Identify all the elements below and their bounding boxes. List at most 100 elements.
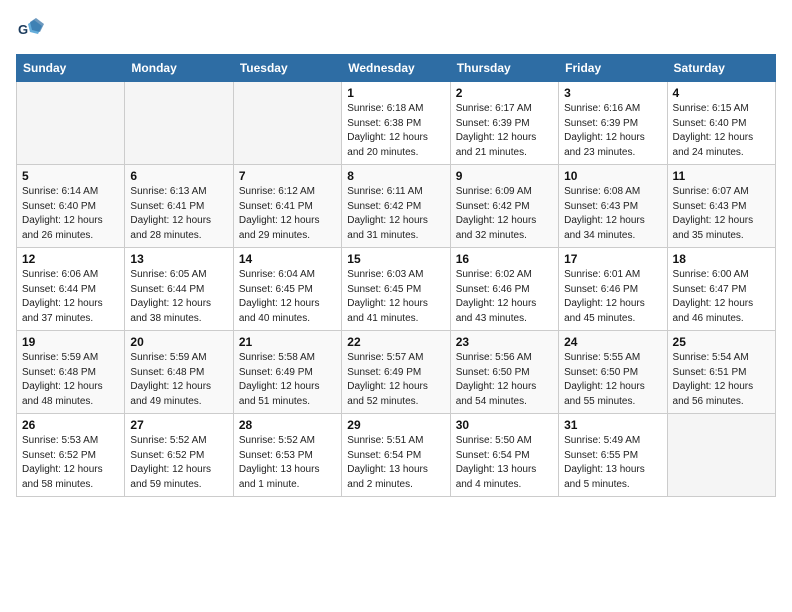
day-info: Sunrise: 5:52 AMSunset: 6:53 PMDaylight:… [239,434,336,492]
calendar-day-cell: 23 Sunrise: 5:56 AMSunset: 6:50 PMDayligh… [450,331,558,414]
day-number: 22 [347,335,444,349]
day-number: 25 [673,335,770,349]
day-number: 21 [239,335,336,349]
calendar-week-row: 5 Sunrise: 6:14 AMSunset: 6:40 PMDaylight… [17,165,776,248]
calendar-day-cell: 4 Sunrise: 6:15 AMSunset: 6:40 PMDaylight… [667,82,775,165]
calendar-day-cell: 7 Sunrise: 6:12 AMSunset: 6:41 PMDaylight… [233,165,341,248]
day-info: Sunrise: 6:02 AMSunset: 6:46 PMDaylight:… [456,268,553,326]
logo-icon: G [16,16,44,44]
day-info: Sunrise: 5:59 AMSunset: 6:48 PMDaylight:… [130,351,227,409]
calendar-day-cell: 22 Sunrise: 5:57 AMSunset: 6:49 PMDayligh… [342,331,450,414]
calendar-day-cell: 5 Sunrise: 6:14 AMSunset: 6:40 PMDaylight… [17,165,125,248]
calendar-day-cell: 19 Sunrise: 5:59 AMSunset: 6:48 PMDayligh… [17,331,125,414]
calendar-day-cell: 9 Sunrise: 6:09 AMSunset: 6:42 PMDaylight… [450,165,558,248]
day-number: 19 [22,335,119,349]
calendar-day-cell: 28 Sunrise: 5:52 AMSunset: 6:53 PMDayligh… [233,414,341,497]
day-info: Sunrise: 6:00 AMSunset: 6:47 PMDaylight:… [673,268,770,326]
calendar-day-cell: 2Sunrise: 6:17 AMSunset: 6:39 PMDaylight… [450,82,558,165]
calendar-day-cell: 8 Sunrise: 6:11 AMSunset: 6:42 PMDaylight… [342,165,450,248]
day-number: 1 [347,86,444,100]
calendar-day-cell: 26 Sunrise: 5:53 AMSunset: 6:52 PMDayligh… [17,414,125,497]
day-info: Sunrise: 5:51 AMSunset: 6:54 PMDaylight:… [347,434,444,492]
day-info: Sunrise: 5:59 AMSunset: 6:48 PMDaylight:… [22,351,119,409]
calendar-day-cell [233,82,341,165]
day-info: Sunrise: 6:15 AMSunset: 6:40 PMDaylight:… [673,102,770,160]
day-number: 28 [239,418,336,432]
logo: G [16,16,48,44]
weekday-header-friday: Friday [559,55,667,82]
day-info: Sunrise: 5:55 AMSunset: 6:50 PMDaylight:… [564,351,661,409]
day-info: Sunrise: 6:09 AMSunset: 6:42 PMDaylight:… [456,185,553,243]
calendar-day-cell: 12 Sunrise: 6:06 AMSunset: 6:44 PMDayligh… [17,248,125,331]
day-info: Sunrise: 6:18 AMSunset: 6:38 PMDaylight:… [347,102,444,160]
calendar-day-cell: 31 Sunrise: 5:49 AMSunset: 6:55 PMDayligh… [559,414,667,497]
day-info: Sunrise: 5:56 AMSunset: 6:50 PMDaylight:… [456,351,553,409]
day-number: 12 [22,252,119,266]
day-info: Sunrise: 6:11 AMSunset: 6:42 PMDaylight:… [347,185,444,243]
day-number: 16 [456,252,553,266]
day-info: Sunrise: 5:58 AMSunset: 6:49 PMDaylight:… [239,351,336,409]
calendar-day-cell: 10Sunrise: 6:08 AMSunset: 6:43 PMDayligh… [559,165,667,248]
calendar-week-row: 26 Sunrise: 5:53 AMSunset: 6:52 PMDayligh… [17,414,776,497]
calendar-week-row: 19 Sunrise: 5:59 AMSunset: 6:48 PMDayligh… [17,331,776,414]
day-number: 29 [347,418,444,432]
day-number: 7 [239,169,336,183]
day-number: 4 [673,86,770,100]
day-info: Sunrise: 6:14 AMSunset: 6:40 PMDaylight:… [22,185,119,243]
day-info: Sunrise: 6:17 AMSunset: 6:39 PMDaylight:… [456,102,553,160]
calendar-day-cell: 18 Sunrise: 6:00 AMSunset: 6:47 PMDayligh… [667,248,775,331]
calendar-day-cell: 27 Sunrise: 5:52 AMSunset: 6:52 PMDayligh… [125,414,233,497]
day-number: 26 [22,418,119,432]
day-number: 31 [564,418,661,432]
day-info: Sunrise: 5:49 AMSunset: 6:55 PMDaylight:… [564,434,661,492]
calendar-day-cell [17,82,125,165]
day-number: 5 [22,169,119,183]
day-info: Sunrise: 6:13 AMSunset: 6:41 PMDaylight:… [130,185,227,243]
calendar-header-row: SundayMondayTuesdayWednesdayThursdayFrid… [17,55,776,82]
day-number: 11 [673,169,770,183]
day-number: 8 [347,169,444,183]
calendar-day-cell: 17 Sunrise: 6:01 AMSunset: 6:46 PMDayligh… [559,248,667,331]
day-info: Sunrise: 5:57 AMSunset: 6:49 PMDaylight:… [347,351,444,409]
day-info: Sunrise: 5:53 AMSunset: 6:52 PMDaylight:… [22,434,119,492]
day-number: 13 [130,252,227,266]
day-info: Sunrise: 6:06 AMSunset: 6:44 PMDaylight:… [22,268,119,326]
day-info: Sunrise: 6:07 AMSunset: 6:43 PMDaylight:… [673,185,770,243]
day-number: 6 [130,169,227,183]
calendar-day-cell: 21 Sunrise: 5:58 AMSunset: 6:49 PMDayligh… [233,331,341,414]
calendar-day-cell: 16 Sunrise: 6:02 AMSunset: 6:46 PMDayligh… [450,248,558,331]
calendar-table: SundayMondayTuesdayWednesdayThursdayFrid… [16,54,776,497]
calendar-day-cell: 29 Sunrise: 5:51 AMSunset: 6:54 PMDayligh… [342,414,450,497]
weekday-header-thursday: Thursday [450,55,558,82]
day-number: 15 [347,252,444,266]
weekday-header-tuesday: Tuesday [233,55,341,82]
day-info: Sunrise: 6:08 AMSunset: 6:43 PMDaylight:… [564,185,661,243]
calendar-week-row: 1 Sunrise: 6:18 AMSunset: 6:38 PMDaylight… [17,82,776,165]
day-number: 18 [673,252,770,266]
day-number: 27 [130,418,227,432]
day-info: Sunrise: 5:54 AMSunset: 6:51 PMDaylight:… [673,351,770,409]
svg-text:G: G [18,22,28,37]
day-number: 17 [564,252,661,266]
day-info: Sunrise: 6:12 AMSunset: 6:41 PMDaylight:… [239,185,336,243]
page-header: G [16,16,776,44]
calendar-day-cell: 6 Sunrise: 6:13 AMSunset: 6:41 PMDaylight… [125,165,233,248]
calendar-week-row: 12 Sunrise: 6:06 AMSunset: 6:44 PMDayligh… [17,248,776,331]
day-info: Sunrise: 6:16 AMSunset: 6:39 PMDaylight:… [564,102,661,160]
weekday-header-monday: Monday [125,55,233,82]
day-info: Sunrise: 6:03 AMSunset: 6:45 PMDaylight:… [347,268,444,326]
day-number: 24 [564,335,661,349]
calendar-day-cell: 1 Sunrise: 6:18 AMSunset: 6:38 PMDaylight… [342,82,450,165]
day-info: Sunrise: 5:52 AMSunset: 6:52 PMDaylight:… [130,434,227,492]
calendar-day-cell: 15 Sunrise: 6:03 AMSunset: 6:45 PMDayligh… [342,248,450,331]
calendar-day-cell: 24 Sunrise: 5:55 AMSunset: 6:50 PMDayligh… [559,331,667,414]
day-info: Sunrise: 6:01 AMSunset: 6:46 PMDaylight:… [564,268,661,326]
calendar-day-cell: 14Sunrise: 6:04 AMSunset: 6:45 PMDayligh… [233,248,341,331]
calendar-day-cell: 20Sunrise: 5:59 AMSunset: 6:48 PMDayligh… [125,331,233,414]
day-number: 14 [239,252,336,266]
day-number: 23 [456,335,553,349]
weekday-header-wednesday: Wednesday [342,55,450,82]
day-number: 30 [456,418,553,432]
day-number: 9 [456,169,553,183]
weekday-header-saturday: Saturday [667,55,775,82]
